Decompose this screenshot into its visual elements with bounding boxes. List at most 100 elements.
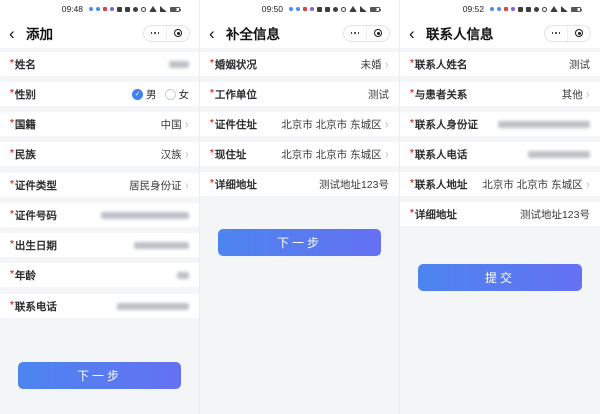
field-label-text: 现住址 bbox=[214, 148, 247, 161]
field-value-text: 北京市 北京市 东城区 bbox=[281, 148, 382, 161]
field-value bbox=[177, 271, 189, 279]
form-row-4[interactable]: * 详细地址 测试地址123号 bbox=[200, 172, 399, 196]
alarm-icon bbox=[141, 6, 146, 12]
redacted-value bbox=[101, 211, 189, 219]
status-bar: 09:50 bbox=[200, 0, 399, 18]
form-row-5[interactable]: * 详细地址 测试地址123号 bbox=[400, 202, 600, 226]
form-row-2[interactable]: * 联系人身份证 bbox=[400, 112, 600, 136]
app-icon bbox=[117, 6, 122, 12]
form-row-6[interactable]: * 出生日期 bbox=[0, 233, 199, 257]
status-bar: 09:52 bbox=[400, 0, 600, 18]
form-list: * 婚姻状况 未婚 › * 工作单位 测试 * 证件住址 北京市 北京市 东城区 › * 现住址 北京市 … bbox=[200, 48, 399, 196]
panel-complete-info: 09:50 ‹ 补全信息 * 婚姻状况 未婚 › * 工作单位 测试 * 证件住址 北京市 北京市 东城… bbox=[200, 0, 400, 414]
field-label: * 详细地址 bbox=[410, 207, 457, 222]
required-asterisk: * bbox=[10, 299, 14, 311]
field-label: * 联系人姓名 bbox=[410, 57, 467, 72]
field-label: * 姓名 bbox=[10, 57, 36, 72]
field-value bbox=[101, 211, 189, 219]
required-asterisk: * bbox=[10, 87, 14, 99]
minimize-button[interactable] bbox=[166, 25, 189, 41]
required-asterisk: * bbox=[10, 117, 14, 129]
radio-option[interactable]: 女 bbox=[164, 87, 189, 102]
field-value bbox=[117, 302, 189, 310]
more-menu-button[interactable] bbox=[545, 26, 567, 41]
app-icon bbox=[526, 6, 531, 12]
redacted-value bbox=[169, 60, 189, 68]
field-value: 测试 bbox=[368, 87, 389, 102]
notif-dot-blue bbox=[497, 7, 501, 11]
field-label: * 联系人地址 bbox=[410, 177, 467, 192]
more-menu-button[interactable] bbox=[344, 26, 366, 41]
form-row-1[interactable]: * 与患者关系 其他 › bbox=[400, 82, 600, 106]
radio-checked-icon[interactable]: ✓ bbox=[132, 88, 143, 100]
form-list: * 姓名 * 性别 ✓ 男女 * 国籍 中国 › * 民族 汉族 › * 证件类型 居民身份证 › * 证件号码 * 出生… bbox=[0, 48, 199, 318]
field-value: 测试 bbox=[569, 57, 590, 72]
field-label-text: 婚姻状况 bbox=[214, 58, 257, 71]
form-row-2[interactable]: * 证件住址 北京市 北京市 东城区 › bbox=[200, 112, 399, 136]
radio-unchecked-icon[interactable] bbox=[164, 88, 176, 100]
radio-option[interactable]: ✓ 男 bbox=[132, 87, 157, 102]
form-row-3[interactable]: * 现住址 北京市 北京市 东城区 › bbox=[200, 142, 399, 166]
field-label-text: 证件类型 bbox=[14, 179, 57, 192]
field-value: 北京市 北京市 东城区 › bbox=[482, 175, 590, 193]
primary-action-button[interactable]: 下一步 bbox=[18, 362, 181, 389]
back-icon[interactable]: ‹ bbox=[9, 25, 26, 42]
page-title: 添加 bbox=[26, 27, 53, 42]
form-row-1[interactable]: * 工作单位 测试 bbox=[200, 82, 399, 106]
field-label-text: 出生日期 bbox=[14, 239, 57, 252]
field-label: * 国籍 bbox=[10, 117, 36, 132]
field-label-text: 联系人地址 bbox=[414, 178, 468, 191]
required-asterisk: * bbox=[210, 147, 214, 159]
form-row-5[interactable]: * 证件号码 bbox=[0, 203, 199, 227]
wifi-icon bbox=[349, 6, 357, 12]
required-asterisk: * bbox=[410, 207, 414, 219]
form-row-2[interactable]: * 国籍 中国 › bbox=[0, 112, 199, 136]
notif-square-red bbox=[504, 7, 508, 11]
more-dot bbox=[157, 32, 160, 34]
minimize-target-icon bbox=[374, 29, 382, 37]
notif-square-red bbox=[303, 7, 307, 11]
form-row-1[interactable]: * 性别 ✓ 男 女 bbox=[0, 82, 199, 106]
back-icon[interactable]: ‹ bbox=[409, 25, 426, 42]
field-label: * 年龄 bbox=[10, 268, 36, 283]
primary-action-button[interactable]: 提交 bbox=[418, 264, 582, 291]
field-label: * 证件类型 bbox=[10, 178, 57, 193]
more-dot bbox=[357, 32, 360, 34]
field-label: * 工作单位 bbox=[210, 87, 257, 102]
notif-square-red bbox=[103, 7, 107, 11]
form-row-4[interactable]: * 联系人地址 北京市 北京市 东城区 › bbox=[400, 172, 600, 196]
form-row-0[interactable]: * 姓名 bbox=[0, 52, 199, 76]
field-value-text: 其他 bbox=[561, 88, 583, 101]
page-title: 补全信息 bbox=[226, 27, 280, 42]
form-row-0[interactable]: * 联系人姓名 测试 bbox=[400, 52, 600, 76]
battery-icon bbox=[571, 6, 582, 12]
app-icon bbox=[518, 6, 523, 12]
field-value-text: 测试 bbox=[569, 58, 590, 71]
form-row-3[interactable]: * 联系人电话 bbox=[400, 142, 600, 166]
required-asterisk: * bbox=[210, 57, 214, 69]
alarm-icon bbox=[542, 6, 547, 12]
notif-dot-blue bbox=[289, 7, 293, 11]
form-list: * 联系人姓名 测试 * 与患者关系 其他 › * 联系人身份证 * 联系人电话 * 联系人地址 北京市 … bbox=[400, 48, 600, 226]
chevron-right-icon: › bbox=[585, 175, 590, 193]
more-dot bbox=[551, 32, 554, 34]
signal-icon bbox=[561, 6, 568, 12]
vibrate-icon bbox=[534, 6, 539, 12]
form-row-7[interactable]: * 年龄 bbox=[0, 263, 199, 287]
more-dot bbox=[353, 31, 357, 35]
gender-radio-group: ✓ 男 女 bbox=[132, 87, 189, 102]
back-icon[interactable]: ‹ bbox=[209, 25, 226, 42]
field-value-text: 中国 bbox=[160, 118, 182, 131]
more-dot bbox=[350, 32, 353, 34]
form-row-3[interactable]: * 民族 汉族 › bbox=[0, 142, 199, 166]
more-menu-button[interactable] bbox=[144, 26, 166, 41]
minimize-button[interactable] bbox=[366, 25, 389, 41]
minimize-button[interactable] bbox=[567, 25, 590, 41]
minimize-target-icon bbox=[174, 29, 182, 37]
primary-action-button[interactable]: 下一步 bbox=[218, 229, 381, 256]
required-asterisk: * bbox=[10, 208, 14, 220]
form-row-4[interactable]: * 证件类型 居民身份证 › bbox=[0, 173, 199, 197]
form-row-8[interactable]: * 联系电话 bbox=[0, 294, 199, 318]
form-row-0[interactable]: * 婚姻状况 未婚 › bbox=[200, 52, 399, 76]
status-bar: 09:48 bbox=[0, 0, 199, 18]
